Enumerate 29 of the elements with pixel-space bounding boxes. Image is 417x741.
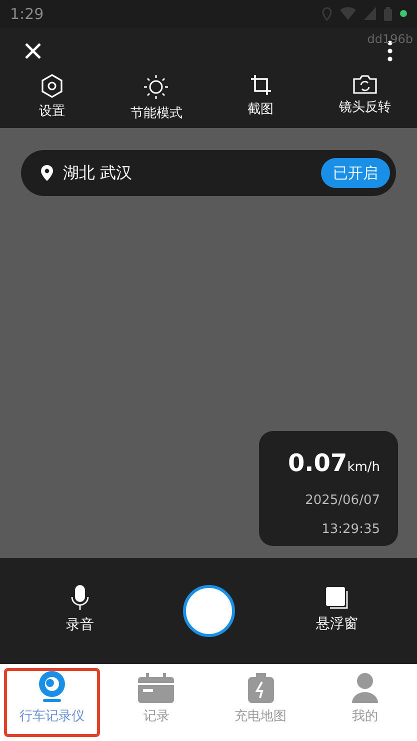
control-label[interactable]: 悬浮窗 [316,614,358,636]
close-icon[interactable] [24,42,42,60]
status-time: 1:29 [10,4,44,25]
toolbar-button[interactable]: 镜头反转 [312,74,417,124]
person-icon [352,672,378,702]
camera-flip-icon [352,74,377,94]
crop-icon [250,74,272,96]
wifi-icon [340,7,356,20]
date-text: 2025/06/07 [305,492,380,510]
device-id: dd196b [367,30,413,48]
battery-icon [384,6,392,21]
time-text: 13:29:35 [322,521,380,540]
speed-unit: km/h [347,458,380,477]
control-label[interactable]: 录音 [66,615,94,636]
webcam-icon [37,670,68,702]
speed-value: 0.07 [288,448,348,479]
location-text: 湖北 武汉 [63,162,132,184]
location-pin-icon [41,164,53,181]
sun-icon [143,74,170,100]
signal-icon [364,7,376,20]
toolbar-button[interactable]: 截图 [208,74,313,124]
microphone-icon [71,585,89,612]
settings-icon [41,74,64,98]
location-icon [322,6,332,21]
toolbar-button[interactable]: 节能模式 [104,74,208,124]
toolbar-button[interactable]: 设置 [0,74,104,124]
battery-tab-icon [248,672,274,702]
calendar-icon [138,672,174,702]
window-icon [325,586,349,610]
